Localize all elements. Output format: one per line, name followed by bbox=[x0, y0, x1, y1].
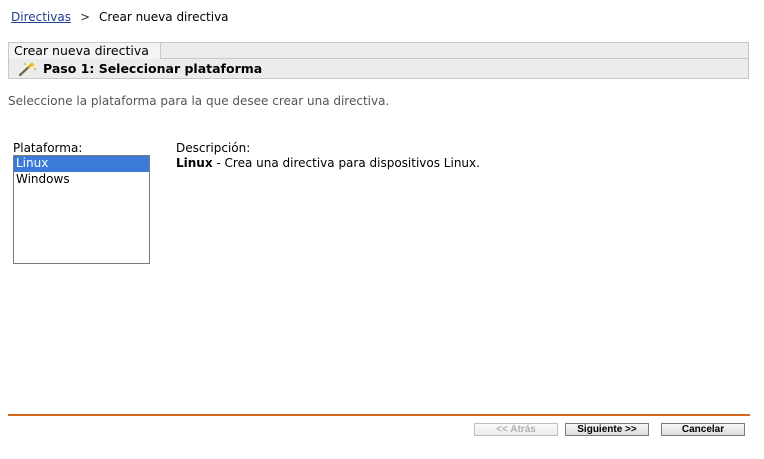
wizard-header: Crear nueva directiva Paso 1: Selecciona… bbox=[8, 42, 749, 79]
wizard-step-row: Paso 1: Seleccionar plataforma bbox=[9, 59, 748, 78]
footer-divider bbox=[8, 414, 750, 416]
back-button[interactable]: << Atrás bbox=[474, 423, 558, 436]
next-button[interactable]: Siguiente >> bbox=[565, 423, 649, 436]
wand-icon bbox=[17, 61, 37, 77]
cancel-button[interactable]: Cancelar bbox=[661, 423, 745, 436]
page: Directivas > Crear nueva directiva Crear… bbox=[0, 0, 764, 459]
breadcrumb-separator: > bbox=[79, 10, 91, 24]
breadcrumb: Directivas > Crear nueva directiva bbox=[11, 10, 229, 24]
platform-label: Plataforma: bbox=[13, 141, 83, 155]
wizard-tab-row: Crear nueva directiva bbox=[9, 43, 748, 59]
platform-listbox[interactable]: Linux Windows bbox=[13, 155, 150, 264]
instructions-text: Seleccione la plataforma para la que des… bbox=[8, 94, 390, 108]
breadcrumb-current: Crear nueva directiva bbox=[99, 10, 229, 24]
breadcrumb-link-directivas[interactable]: Directivas bbox=[11, 10, 71, 24]
wizard-step-title: Paso 1: Seleccionar plataforma bbox=[43, 61, 263, 76]
description-os-name: Linux bbox=[176, 156, 213, 170]
description-label: Descripción: bbox=[176, 141, 251, 155]
platform-option-linux[interactable]: Linux bbox=[14, 156, 149, 172]
wizard-tab-title: Crear nueva directiva bbox=[9, 43, 161, 59]
description-body: - Crea una directiva para dispositivos L… bbox=[212, 156, 480, 170]
description-text: Linux - Crea una directiva para disposit… bbox=[176, 156, 480, 170]
platform-option-windows[interactable]: Windows bbox=[14, 172, 149, 188]
